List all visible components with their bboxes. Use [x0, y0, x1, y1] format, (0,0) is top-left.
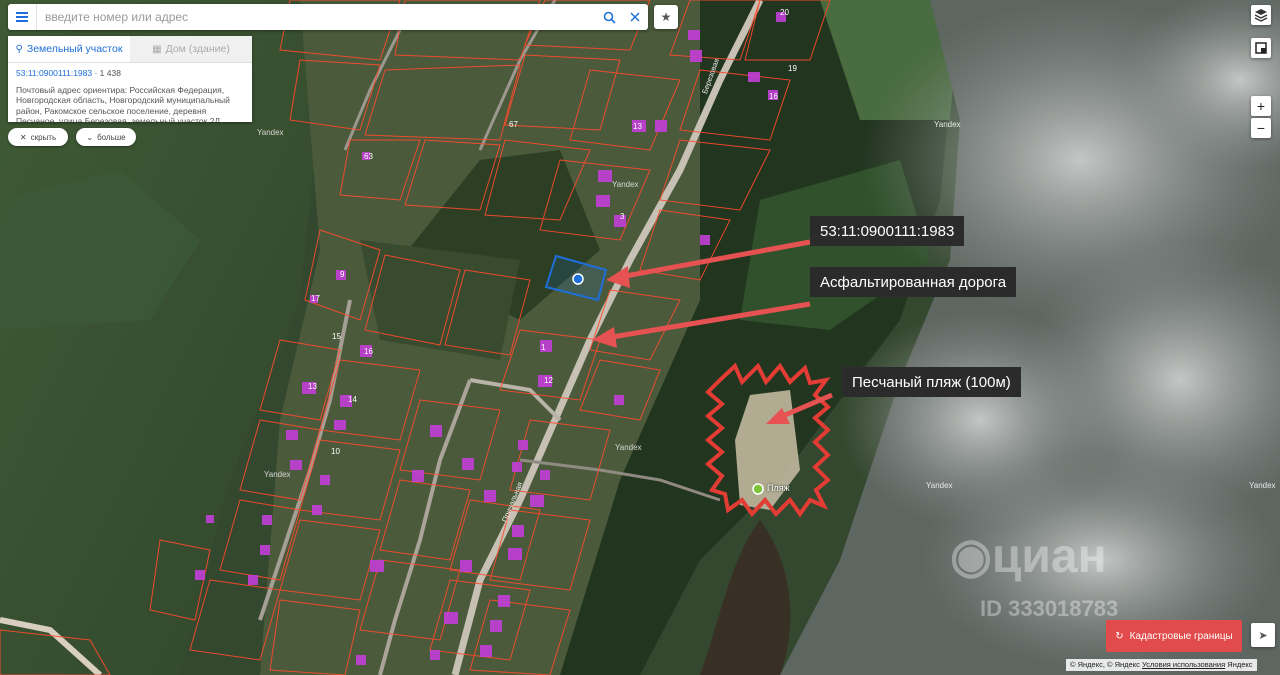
plot-number: 10 — [331, 447, 340, 456]
copyright-text: © Яндекс, © Яндекс — [1070, 660, 1140, 669]
plot-number: 1 — [541, 343, 546, 352]
terms-of-use-link[interactable]: Условия использования — [1142, 660, 1225, 669]
tab-building-label: Дом (здание) — [165, 43, 230, 55]
layers-button[interactable] — [1251, 5, 1271, 25]
callout-asphalt-road: Асфальтированная дорога — [810, 267, 1017, 297]
yandex-tile-label: Yandex — [926, 481, 953, 490]
yandex-tile-label: Yandex — [612, 180, 639, 189]
yandex-brand: Яндекс — [1227, 660, 1253, 669]
plot-number: 17 — [311, 294, 320, 303]
search-icon — [603, 11, 616, 24]
chevron-down-icon: ⌄ — [86, 132, 94, 142]
plot-number: 15 — [332, 332, 341, 341]
cadastral-borders-button[interactable]: ↻ Кадастровые границы — [1106, 620, 1242, 652]
parcel-info-panel: ⚲ Земельный участок ▦ Дом (здание) 53:11… — [8, 36, 252, 122]
navigation-arrow-icon: ➤ — [1258, 629, 1268, 642]
location-pin-icon: ⚲ — [15, 43, 23, 55]
parcel-address: Почтовый адрес ориентира: Российская Фед… — [16, 84, 230, 123]
yandex-tile-label: Yandex — [934, 120, 961, 129]
menu-button[interactable] — [8, 4, 37, 30]
refresh-icon: ↻ — [1115, 630, 1124, 642]
cadastral-number-link[interactable]: 53:11:0900111:1983 — [16, 68, 92, 78]
yandex-tile-label: Yandex — [615, 443, 642, 452]
tab-land-plot-label: Земельный участок — [26, 43, 123, 55]
plot-number: 16 — [769, 92, 778, 101]
callout-sand-beach: Песчаный пляж (100м) — [842, 367, 1021, 397]
star-icon: ★ — [660, 10, 672, 24]
search-input[interactable] — [37, 10, 596, 24]
plot-number: 13 — [308, 382, 317, 391]
hamburger-icon — [16, 16, 28, 18]
callout-cadastral-number: 53:11:0900111:1983 — [810, 216, 965, 246]
hide-panel-button[interactable]: ✕ скрыть — [8, 128, 68, 146]
geolocation-button[interactable]: ➤ — [1251, 623, 1275, 647]
plot-number: 12 — [544, 376, 553, 385]
plot-number: 9 — [340, 270, 345, 279]
beach-poi-icon — [752, 483, 764, 495]
fullscreen-button[interactable] — [1251, 38, 1271, 58]
tab-land-plot[interactable]: ⚲ Земельный участок — [8, 36, 130, 62]
zoom-in-button[interactable]: + — [1251, 96, 1271, 116]
beach-poi-label[interactable]: Пляж — [767, 483, 790, 493]
clear-search-button[interactable] — [622, 4, 648, 30]
selected-parcel-marker — [572, 273, 584, 285]
search-button[interactable] — [596, 4, 622, 30]
plot-number: 20 — [780, 8, 789, 17]
expand-icon — [1255, 42, 1267, 54]
plot-number: 13 — [633, 122, 642, 131]
layers-icon — [1254, 9, 1268, 22]
yandex-tile-label: Yandex — [1249, 481, 1276, 490]
plot-number: 67 — [509, 120, 518, 129]
favorites-button[interactable]: ★ — [654, 5, 678, 29]
more-button[interactable]: ⌄ больше — [76, 128, 136, 146]
cian-logo-icon: ◉ — [950, 530, 992, 583]
close-icon — [630, 12, 640, 22]
listing-id-watermark: ID 333018783 — [980, 596, 1119, 621]
cian-watermark-text: циан — [991, 530, 1107, 583]
cadastral-borders-label: Кадастровые границы — [1129, 630, 1233, 642]
building-icon: ▦ — [152, 43, 162, 55]
plot-number: 19 — [788, 64, 797, 73]
zoom-out-button[interactable]: − — [1251, 118, 1271, 138]
close-icon: ✕ — [19, 132, 27, 142]
hide-label: скрыть — [30, 132, 57, 142]
search-bar — [8, 4, 648, 30]
plot-number: 16 — [364, 347, 373, 356]
cian-watermark-logo: ◉циан — [950, 528, 1107, 584]
parcel-area: · 1 438 — [94, 68, 121, 78]
tab-building[interactable]: ▦ Дом (здание) — [130, 36, 252, 62]
plot-number: 63 — [364, 152, 373, 161]
more-label: больше — [97, 132, 126, 142]
plot-number: 14 — [348, 395, 357, 404]
map-copyright: © Яндекс, © Яндекс Условия использования… — [1066, 659, 1257, 671]
plot-number: 3 — [620, 212, 625, 221]
yandex-tile-label: Yandex — [264, 470, 291, 479]
yandex-tile-label: Yandex — [257, 128, 284, 137]
